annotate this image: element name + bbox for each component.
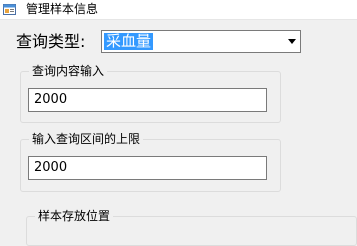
upper-limit-input[interactable]: 2000 [28, 156, 267, 180]
query-type-selected-value: 采血量 [104, 32, 154, 50]
storage-location-caption: 样本存放位置 [35, 209, 114, 223]
storage-location-group: 样本存放位置 [26, 209, 357, 246]
app-window-icon [3, 4, 16, 15]
query-content-input[interactable]: 2000 [28, 88, 267, 112]
upper-limit-caption: 输入查询区间的上限 [29, 132, 144, 146]
chevron-down-icon[interactable] [288, 39, 296, 44]
window-title: 管理样本信息 [26, 2, 99, 16]
title-bar: 管理样本信息 [0, 0, 357, 20]
query-type-dropdown[interactable]: 采血量 [101, 30, 301, 53]
query-type-label: 查询类型: [16, 32, 86, 51]
query-content-caption: 查询内容输入 [29, 64, 108, 78]
